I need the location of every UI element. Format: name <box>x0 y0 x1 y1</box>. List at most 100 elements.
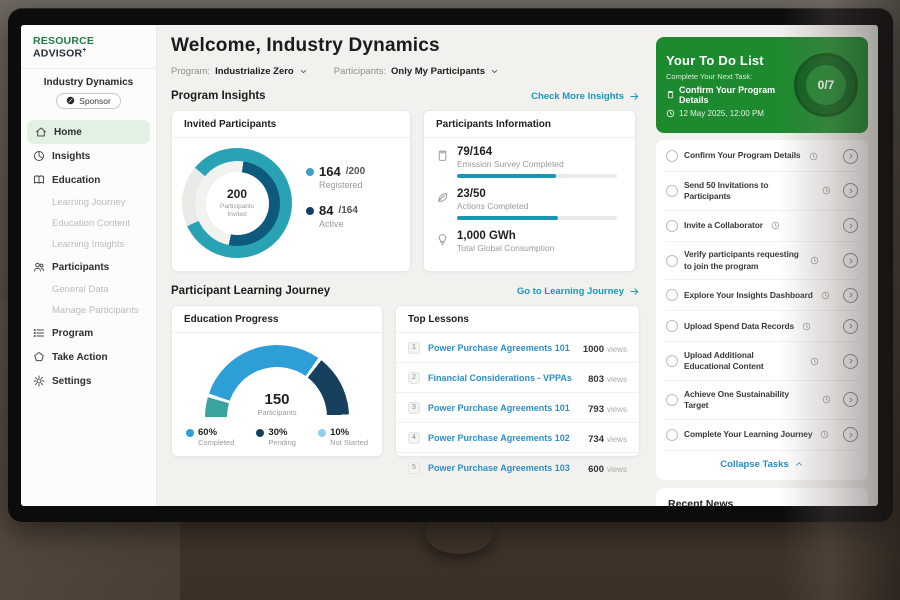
sidebar-item-settings[interactable]: Settings <box>21 369 156 393</box>
task-checkbox[interactable] <box>666 429 678 441</box>
task-go-button[interactable] <box>843 253 858 268</box>
task-row-upload-spend-data[interactable]: Upload Spend Data Records <box>665 311 859 342</box>
lesson-link[interactable]: Power Purchase Agreements 102 <box>428 433 580 443</box>
pie-chart-icon <box>33 150 45 162</box>
active-den: /164 <box>338 205 357 216</box>
todo-title: Your To Do List <box>666 53 794 68</box>
lesson-link[interactable]: Power Purchase Agreements 101 <box>428 343 575 353</box>
task-row-invite-collaborator[interactable]: Invite a Collaborator <box>665 211 859 242</box>
task-checkbox[interactable] <box>666 289 678 301</box>
task-row-confirm-program[interactable]: Confirm Your Program Details <box>665 141 859 172</box>
sidebar-item-insights[interactable]: Insights <box>21 144 156 168</box>
chevron-right-icon <box>847 396 855 404</box>
sidebar-item-education-content[interactable]: Education Content <box>21 213 156 234</box>
task-label: Upload Spend Data Records <box>684 321 794 332</box>
sidebar-item-learning-journey[interactable]: Learning Journey <box>21 192 156 213</box>
task-checkbox[interactable] <box>666 320 678 332</box>
task-row-complete-learning-journey[interactable]: Complete Your Learning Journey <box>665 420 859 451</box>
task-go-button[interactable] <box>843 319 858 334</box>
survey-label: Emission Survey Completed <box>457 159 617 169</box>
lesson-link[interactable]: Power Purchase Agreements 101 <box>428 403 580 413</box>
card-title: Participants Information <box>424 111 635 138</box>
sponsor-icon <box>66 96 75 105</box>
task-checkbox[interactable] <box>666 185 678 197</box>
not-started-bullet <box>318 429 326 437</box>
task-label: Invite a Collaborator <box>684 220 763 231</box>
chevron-right-icon <box>847 322 855 330</box>
program-filter[interactable]: Program: Industrialize Zero <box>171 66 308 77</box>
task-row-explore-insights[interactable]: Explore Your Insights Dashboard <box>665 280 859 311</box>
task-checkbox[interactable] <box>666 220 678 232</box>
sidebar-item-take-action[interactable]: Take Action <box>21 345 156 369</box>
sidebar-item-participants[interactable]: Participants <box>21 255 156 279</box>
task-checkbox[interactable] <box>666 150 678 162</box>
todo-panel: Your To Do List Complete Your Next Task:… <box>654 25 878 506</box>
task-go-button[interactable] <box>843 149 858 164</box>
recent-news-title: Recent News <box>668 498 856 506</box>
lesson-row: 3 Power Purchase Agreements 101 793views <box>396 393 639 423</box>
org-name: Industry Dynamics <box>25 77 152 88</box>
task-row-achieve-target[interactable]: Achieve One Sustainability Target <box>665 381 859 420</box>
info-row-consumption: 1,000 GWh Total Global Consumption <box>424 222 635 255</box>
task-go-button[interactable] <box>843 183 858 198</box>
participants-filter-label: Participants: <box>334 66 386 77</box>
chevron-right-icon <box>847 357 855 365</box>
logo-secondary: ADVISOR <box>33 48 82 60</box>
task-checkbox[interactable] <box>666 355 678 367</box>
task-go-button[interactable] <box>843 288 858 303</box>
sponsor-label: Sponsor <box>79 96 111 106</box>
task-row-upload-educational-content[interactable]: Upload Additional Educational Content <box>665 342 859 381</box>
sidebar-item-education[interactable]: Education <box>21 168 156 192</box>
education-gauge-chart: 150 Participants <box>205 345 349 417</box>
participants-filter[interactable]: Participants: Only My Participants <box>334 66 499 77</box>
clipboard-icon <box>436 149 449 162</box>
legend-completed: 60% Completed <box>186 427 234 447</box>
task-row-send-invitations[interactable]: Send 50 Invitations to Participants <box>665 172 859 211</box>
sidebar-item-home[interactable]: Home <box>27 120 150 144</box>
survey-progress-bar <box>457 174 617 178</box>
monitor-bezel: RESOURCE ADVISOR+ Industry Dynamics Spon… <box>8 8 893 522</box>
task-row-verify-participants[interactable]: Verify participants requesting to join t… <box>665 242 859 281</box>
completed-bullet <box>186 429 194 437</box>
sidebar-item-program[interactable]: Program <box>21 321 156 345</box>
go-to-learning-journey-link[interactable]: Go to Learning Journey <box>517 286 640 297</box>
lesson-link[interactable]: Financial Considerations - VPPAs <box>428 373 580 383</box>
check-more-insights-link[interactable]: Check More Insights <box>531 91 640 102</box>
completed-pct: 60% <box>198 427 217 438</box>
collapse-tasks-link[interactable]: Collapse Tasks <box>665 451 859 479</box>
sidebar-item-learning-insights[interactable]: Learning Insights <box>21 234 156 255</box>
lesson-row: 4 Power Purchase Agreements 102 734views <box>396 423 639 453</box>
clock-icon <box>771 221 780 230</box>
lesson-views: 793 <box>588 404 604 415</box>
consumption-value: 1,000 GWh <box>457 230 554 242</box>
task-go-button[interactable] <box>843 392 858 407</box>
task-go-button[interactable] <box>843 354 858 369</box>
todo-progress-ring: 0/7 <box>794 53 858 117</box>
chevron-right-icon <box>847 431 855 439</box>
nav-label: Program <box>52 328 93 339</box>
survey-value: 79/164 <box>457 146 617 158</box>
chevron-up-icon <box>794 459 804 469</box>
chevron-right-icon <box>847 222 855 230</box>
task-checkbox[interactable] <box>666 255 678 267</box>
task-go-button[interactable] <box>843 427 858 442</box>
legend-not-started: 10% Not Started <box>318 427 368 447</box>
sidebar-item-manage-participants[interactable]: Manage Participants <box>21 300 156 321</box>
gauge-center: 150 Participants <box>205 391 349 417</box>
pending-pct: 30% <box>268 427 287 438</box>
nav-label: Settings <box>52 376 91 387</box>
invited-count-label: Participants Invited <box>213 203 261 220</box>
task-checkbox[interactable] <box>666 394 678 406</box>
task-go-button[interactable] <box>843 218 858 233</box>
sidebar-item-general-data[interactable]: General Data <box>21 279 156 300</box>
lesson-row: 5 Power Purchase Agreements 103 600views <box>396 453 639 482</box>
lesson-link[interactable]: Power Purchase Agreements 103 <box>428 463 580 473</box>
lesson-views-label: views <box>607 465 627 474</box>
leaf-icon <box>436 191 449 204</box>
lesson-views-label: views <box>607 345 627 354</box>
card-title: Invited Participants <box>172 111 410 138</box>
active-bullet <box>306 207 314 215</box>
action-icon <box>33 351 45 363</box>
lesson-views-label: views <box>607 375 627 384</box>
registered-label: Registered <box>319 180 365 190</box>
